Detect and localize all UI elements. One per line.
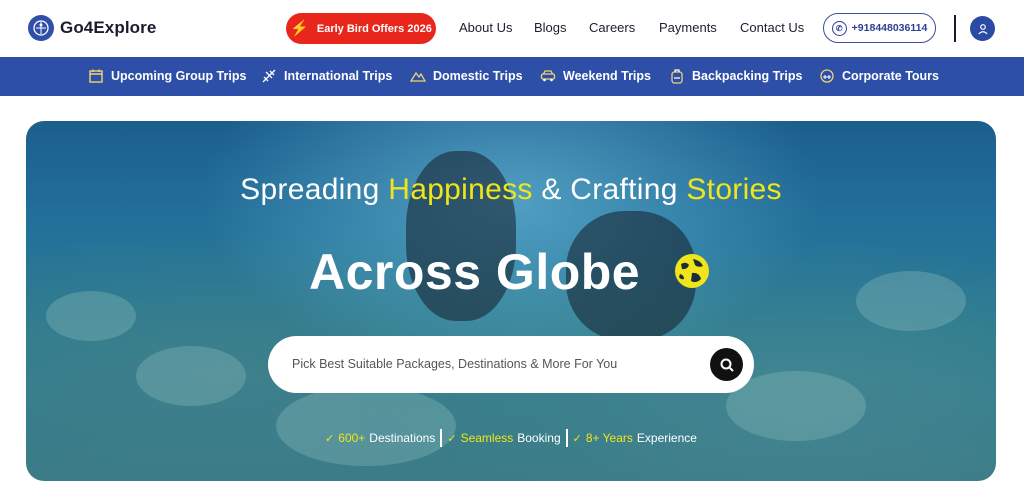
tagline-highlight: Happiness xyxy=(388,173,533,206)
check-circle-icon: ✓ xyxy=(572,432,582,445)
hero-title: Across Globe xyxy=(309,244,641,300)
user-account-button[interactable] xyxy=(970,16,995,41)
stat-highlight: Seamless xyxy=(460,431,514,445)
category-label: Corporate Tours xyxy=(842,69,939,83)
coral-decoration xyxy=(46,291,136,341)
plane-icon xyxy=(262,69,276,83)
nav-contact-us[interactable]: Contact Us xyxy=(740,20,804,35)
offer-label: Early Bird Offers 2026 xyxy=(316,22,432,35)
top-header: Go4Explore ⚡ Early Bird Offers 2026 Abou… xyxy=(0,0,1024,57)
stat-highlight: 8+ Years xyxy=(585,431,633,445)
search-icon xyxy=(720,358,734,372)
category-label: Weekend Trips xyxy=(563,69,651,83)
hero-banner: Spreading Happiness & Crafting Stories A… xyxy=(26,121,996,481)
category-label: Domestic Trips xyxy=(433,69,523,83)
calendar-icon xyxy=(89,69,103,83)
tagline-part: Spreading xyxy=(240,173,389,206)
stat-booking: ✓ Seamless Booking xyxy=(442,431,565,445)
stat-text: Experience xyxy=(636,431,697,445)
stat-text: Booking xyxy=(517,431,561,445)
stat-text: Destinations xyxy=(369,431,436,445)
tagline-highlight: Stories xyxy=(686,173,782,206)
check-circle-icon: ✓ xyxy=(325,432,335,445)
stat-highlight: 600+ xyxy=(338,431,366,445)
whatsapp-phone-button[interactable]: ✆ +918448036114 xyxy=(823,13,936,43)
backpack-icon xyxy=(671,69,683,84)
category-label: International Trips xyxy=(284,69,393,83)
category-international-trips[interactable]: International Trips xyxy=(261,68,392,84)
search-input[interactable]: Pick Best Suitable Packages, Destination… xyxy=(292,357,617,371)
mountain-icon xyxy=(410,71,426,82)
nav-careers[interactable]: Careers xyxy=(589,20,635,35)
stat-destinations: ✓ 600+ Destinations xyxy=(320,431,440,445)
globe-traveller-icon xyxy=(28,15,54,41)
search-button[interactable] xyxy=(710,348,743,381)
stat-experience: ✓ 8+ Years Experience xyxy=(568,431,702,445)
header-divider xyxy=(954,15,956,42)
phone-number: +918448036114 xyxy=(851,22,928,34)
category-nav-bar: Upcoming Group Trips International Trips… xyxy=(0,57,1024,96)
early-bird-offer-button[interactable]: ⚡ Early Bird Offers 2026 xyxy=(286,13,436,44)
briefcase-icon xyxy=(820,69,834,83)
nav-about-us[interactable]: About Us xyxy=(459,20,512,35)
hero-stats: ✓ 600+ Destinations ✓ Seamless Booking ✓ … xyxy=(26,429,996,447)
tagline-part: & Crafting xyxy=(532,173,687,206)
category-domestic-trips[interactable]: Domestic Trips xyxy=(410,68,523,84)
search-bar[interactable]: Pick Best Suitable Packages, Destination… xyxy=(268,336,754,393)
check-circle-icon: ✓ xyxy=(447,432,457,445)
category-corporate-tours[interactable]: Corporate Tours xyxy=(819,68,939,84)
logo-text: Go4Explore xyxy=(60,18,157,37)
category-backpacking-trips[interactable]: Backpacking Trips xyxy=(669,68,802,84)
lightning-icon: ⚡ xyxy=(290,20,309,37)
coral-decoration xyxy=(276,386,456,466)
nav-blogs[interactable]: Blogs xyxy=(534,20,567,35)
nav-payments[interactable]: Payments xyxy=(659,20,717,35)
coral-decoration xyxy=(136,346,246,406)
globe-icon xyxy=(675,254,709,288)
category-label: Upcoming Group Trips xyxy=(111,69,247,83)
car-icon xyxy=(540,70,556,82)
category-upcoming-group-trips[interactable]: Upcoming Group Trips xyxy=(88,68,246,84)
category-weekend-trips[interactable]: Weekend Trips xyxy=(540,68,651,84)
hero-tagline: Spreading Happiness & Crafting Stories xyxy=(26,173,996,207)
whatsapp-icon: ✆ xyxy=(831,20,847,36)
user-icon xyxy=(977,23,988,34)
category-label: Backpacking Trips xyxy=(692,69,803,83)
brand-logo[interactable]: Go4Explore xyxy=(28,15,156,41)
coral-decoration xyxy=(856,271,966,331)
